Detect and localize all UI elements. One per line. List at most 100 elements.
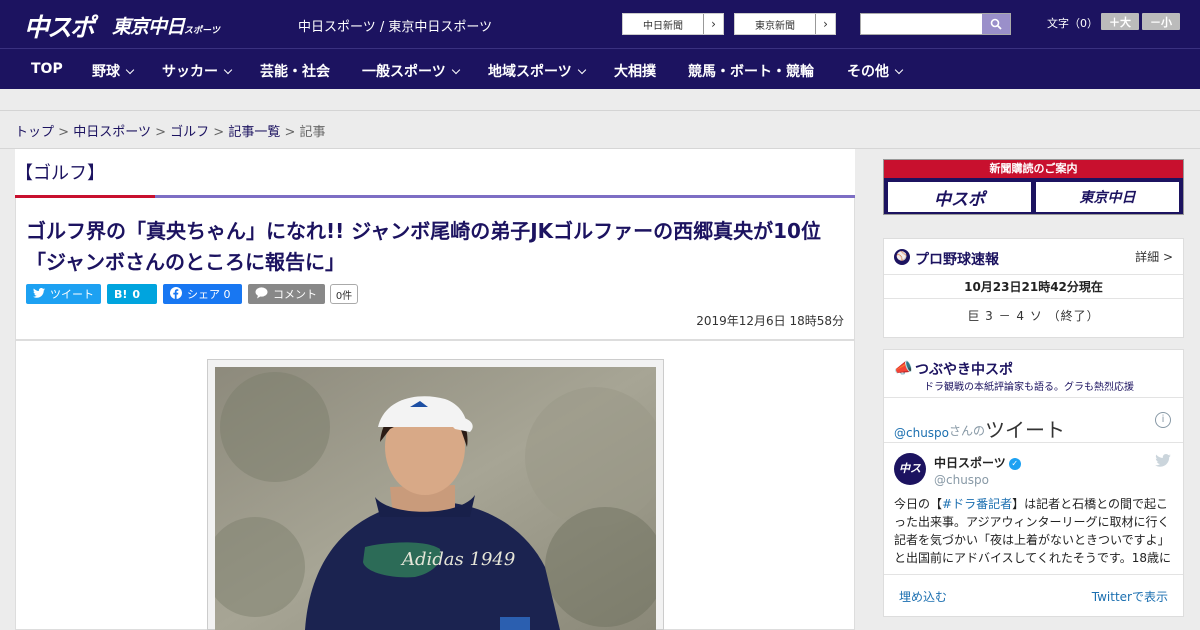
breadcrumb-sep: > <box>213 125 225 140</box>
nav-label: 芸能・社会 <box>260 64 330 80</box>
nav-top[interactable]: TOP <box>31 61 63 77</box>
chevron-down-icon <box>223 65 233 75</box>
embed-link[interactable]: 埋め込む <box>899 588 947 605</box>
tweet-body-prefix: 今日の【 <box>894 497 943 511</box>
tweet-label: ツイート <box>50 288 94 301</box>
nav-label: 地域スポーツ <box>488 64 572 80</box>
verified-badge-icon: ✓ <box>1008 458 1021 470</box>
tweet-button[interactable]: ツイート <box>26 284 101 304</box>
photo-shirt-text: Adidas 1949 <box>400 549 515 570</box>
tweet-author-name[interactable]: 中日スポーツ ✓ <box>934 454 1021 471</box>
twitter-widget-title: つぶやき中スポ <box>915 362 1013 378</box>
chevron-down-icon <box>577 65 586 75</box>
twitter-widget-subtitle: ドラ観戦の本紙評論家も語る。グラも熱烈応援 <box>924 382 1134 393</box>
facebook-icon <box>170 286 182 302</box>
tweets-by-san: さんの <box>949 424 986 438</box>
facebook-label: シェア 0 <box>187 288 231 301</box>
golfer-photo: Adidas 1949 <box>215 367 656 630</box>
tweet-hashtag-link[interactable]: #ドラ番記者 <box>942 497 1012 511</box>
chevron-down-icon <box>125 65 135 75</box>
nav-label: 大相撲 <box>614 64 656 80</box>
chevron-right-icon: › <box>815 14 835 34</box>
pro-baseball-asof: 10月23日21時42分現在 <box>884 275 1183 299</box>
main-nav: TOP 野球 サッカー 芸能・社会 一般スポーツ 地域スポーツ 大相撲 競馬・ボ… <box>0 48 1200 89</box>
hatena-button[interactable]: B! 0 <box>107 284 157 304</box>
nav-soccer[interactable]: サッカー <box>162 61 233 81</box>
article-title: ゴルフ界の「真央ちゃん」になれ!! ジャンボ尾崎の弟子JKゴルファーの西郷真央が… <box>26 219 821 274</box>
font-larger-button[interactable]: ＋大 <box>1101 13 1139 30</box>
tokyo-label: 東京新聞 <box>755 20 795 32</box>
nav-racing[interactable]: 競馬・ボート・競輪 <box>688 61 814 81</box>
breadcrumb-golf[interactable]: ゴルフ <box>170 125 209 140</box>
subscription-banner[interactable]: 新聞購読のご案内 中スポ 東京中日 <box>883 159 1184 215</box>
banner-tokyo-logo[interactable]: 東京中日 <box>1036 182 1179 212</box>
facebook-share-button[interactable]: シェア 0 <box>163 284 242 304</box>
tweet-header: @chuspoさんのツイート i <box>884 397 1183 443</box>
article-photo[interactable]: Adidas 1949 <box>215 367 656 630</box>
hatena-icon: B! <box>114 287 128 301</box>
tweet-footer: 埋め込む Twitterで表示 <box>884 574 1183 616</box>
nav-other[interactable]: その他 <box>847 61 904 81</box>
article-date: 2019年12月6日 18時58分 <box>696 314 844 328</box>
tweets-by[interactable]: @chuspoさんのツイート <box>894 412 1066 442</box>
search-icon <box>990 18 1002 30</box>
chevron-down-icon <box>451 65 460 75</box>
chunichi-label: 中日新聞 <box>643 20 683 32</box>
breadcrumb: トップ > 中日スポーツ > ゴルフ > 記事一覧 > 記事 <box>0 111 1200 149</box>
nav-label: サッカー <box>162 64 218 80</box>
logo-chuspo[interactable]: 中スポ <box>24 8 95 44</box>
nav-label: その他 <box>847 64 889 80</box>
chevron-down-icon <box>894 65 904 75</box>
category-label: 【ゴルフ】 <box>15 163 105 184</box>
logo-tokyo-text: 東京中日 <box>112 16 185 38</box>
twitter-widget: 📣 つぶやき中スポ ドラ観戦の本紙評論家も語る。グラも熱烈応援 @chuspoさ… <box>883 349 1184 617</box>
baseball-icon: ⚾ <box>894 249 910 265</box>
info-icon[interactable]: i <box>1155 412 1171 428</box>
nav-local-sports[interactable]: 地域スポーツ <box>488 61 586 81</box>
search-input[interactable] <box>860 13 1011 35</box>
nav-baseball[interactable]: 野球 <box>92 61 135 81</box>
pro-baseball-title: プロ野球速報 <box>915 252 999 268</box>
tweet-body: 今日の【#ドラ番記者】は記者と石橋との間で起こった出来事。アジアウィンターリーグ… <box>894 495 1176 569</box>
tweets-by-handle: @chuspo <box>894 426 950 440</box>
breadcrumb-chunichi-sports[interactable]: 中日スポーツ <box>73 125 151 140</box>
site-name: 中日スポーツ / 東京中日スポーツ <box>298 20 493 35</box>
logo-tokyo-small: スポーツ <box>184 26 220 36</box>
megaphone-icon: 📣 <box>894 359 913 377</box>
comment-button[interactable]: コメント <box>248 284 325 304</box>
view-on-twitter-link[interactable]: Twitterで表示 <box>1092 588 1168 605</box>
font-smaller-button[interactable]: －小 <box>1142 13 1180 30</box>
pro-baseball-score[interactable]: 巨 3 － 4 ソ （終了） <box>884 307 1183 324</box>
hatena-count: 0 <box>132 287 141 301</box>
banner-chuspo-logo[interactable]: 中スポ <box>888 182 1031 212</box>
tweet-author-handle[interactable]: @chuspo <box>934 473 989 487</box>
comment-bubble-icon <box>255 286 268 302</box>
site-header: 中スポ 東京中日スポーツ 中日スポーツ / 東京中日スポーツ 中日新聞 › 東京… <box>0 0 1200 48</box>
tokyo-shimbun-link[interactable]: 東京新聞 › <box>734 13 836 35</box>
spacer <box>0 89 1200 111</box>
breadcrumb-top[interactable]: トップ <box>15 125 54 140</box>
logo-tokyo-chunichi[interactable]: 東京中日スポーツ <box>112 12 220 39</box>
pro-baseball-detail-link[interactable]: 詳細 > <box>1135 248 1173 265</box>
twitter-icon <box>33 287 45 301</box>
chunichi-shimbun-link[interactable]: 中日新聞 › <box>622 13 724 35</box>
comment-count[interactable]: 0件 <box>330 284 358 304</box>
nav-label: 競馬・ボート・競輪 <box>688 64 814 80</box>
nav-entertainment[interactable]: 芸能・社会 <box>260 61 330 81</box>
breadcrumb-sep: > <box>284 125 296 140</box>
font-size-label: 文字（0） <box>1047 17 1098 30</box>
tweet-author-label: 中日スポーツ <box>934 456 1006 470</box>
breadcrumb-sep: > <box>155 125 166 140</box>
comment-label: コメント <box>273 288 317 301</box>
avatar[interactable]: 中スポ <box>894 453 926 507</box>
breadcrumb-sep: > <box>58 125 70 140</box>
nav-sumo[interactable]: 大相撲 <box>614 61 656 81</box>
search-button[interactable] <box>982 14 1010 34</box>
banner-title: 新聞購読のご案内 <box>884 160 1183 178</box>
breadcrumb-article-list[interactable]: 記事一覧 <box>228 125 280 140</box>
nav-general-sports[interactable]: 一般スポーツ <box>362 61 460 81</box>
breadcrumb-current: 記事 <box>299 125 326 140</box>
tweets-by-word: ツイート <box>985 418 1066 442</box>
twitter-bird-icon[interactable] <box>1155 454 1171 471</box>
nav-label: 一般スポーツ <box>362 64 446 80</box>
